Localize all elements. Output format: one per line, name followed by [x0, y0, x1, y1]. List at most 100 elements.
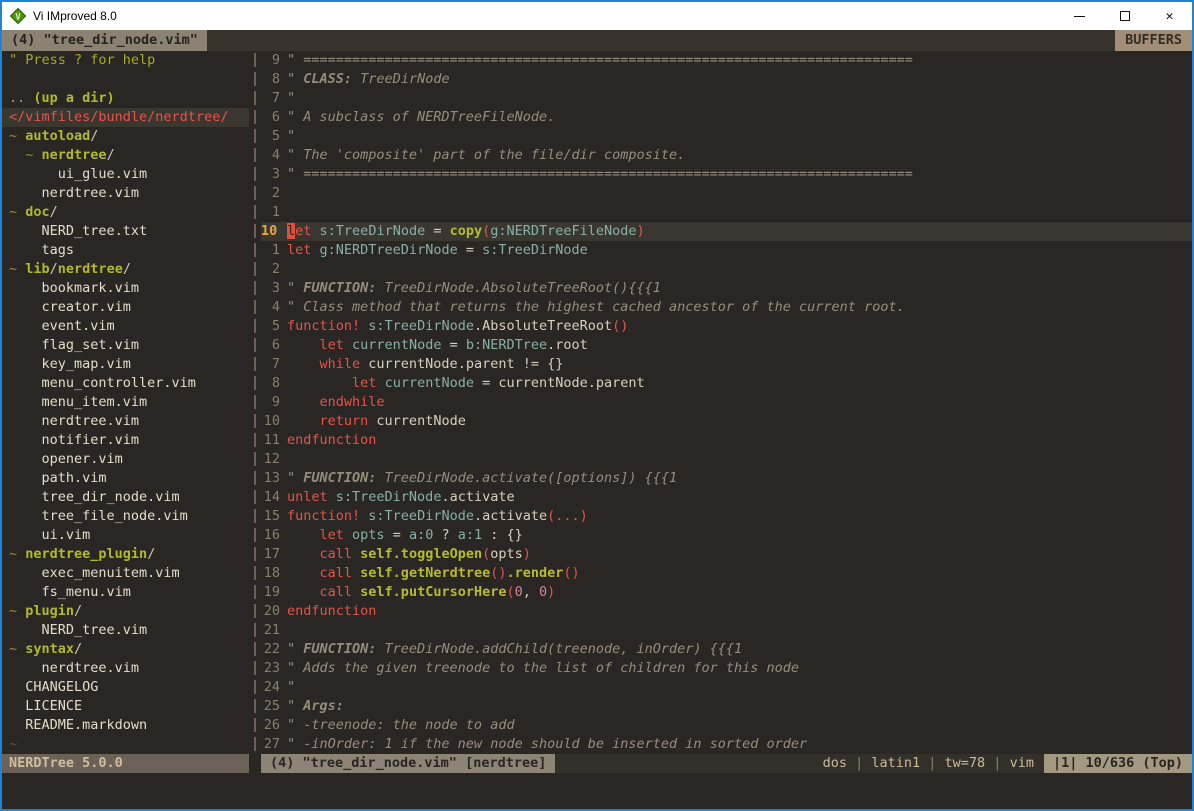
tree-item[interactable]: tags — [2, 241, 249, 260]
line-text: .. (up a dir) — [9, 90, 115, 106]
code-line[interactable]: 4" Class method that returns the highest… — [261, 298, 1192, 317]
code-line[interactable]: 15function! s:TreeDirNode.activate(...) — [261, 507, 1192, 526]
tree-item[interactable]: bookmark.vim — [2, 279, 249, 298]
tree-item[interactable]: ~ syntax/ — [2, 640, 249, 659]
line-text: " ======================================… — [287, 165, 913, 184]
statusline-gap — [249, 754, 261, 773]
tree-item[interactable]: exec_menuitem.vim — [2, 564, 249, 583]
tree-item[interactable]: ui.vim — [2, 526, 249, 545]
code-line[interactable]: 5" — [261, 127, 1192, 146]
tree-item[interactable]: ~ doc/ — [2, 203, 249, 222]
tree-item[interactable]: </vimfiles/bundle/nerdtree/ — [2, 108, 249, 127]
code-line[interactable]: 9" =====================================… — [261, 51, 1192, 70]
tree-item[interactable]: notifier.vim — [2, 431, 249, 450]
line-text: README.markdown — [9, 717, 147, 733]
code-line[interactable]: 22" FUNCTION: TreeDirNode.addChild(treen… — [261, 640, 1192, 659]
code-line[interactable]: 26" -treenode: the node to add — [261, 716, 1192, 735]
line-text: function! s:TreeDirNode.AbsoluteTreeRoot… — [287, 317, 628, 336]
code-line[interactable]: 20endfunction — [261, 602, 1192, 621]
tree-item[interactable]: CHANGELOG — [2, 678, 249, 697]
code-line[interactable]: 9 endwhile — [261, 393, 1192, 412]
tree-item[interactable] — [2, 70, 249, 89]
code-line[interactable]: 23" Adds the given treenode to the list … — [261, 659, 1192, 678]
code-line[interactable]: 27" -inOrder: 1 if the new node should b… — [261, 735, 1192, 754]
tree-item[interactable]: tree_file_node.vim — [2, 507, 249, 526]
tree-item[interactable]: README.markdown — [2, 716, 249, 735]
minimize-button[interactable] — [1057, 2, 1102, 30]
line-text: " — [287, 127, 295, 146]
close-button[interactable]: ✕ — [1147, 2, 1192, 30]
code-line[interactable]: 16 let opts = a:0 ? a:1 : {} — [261, 526, 1192, 545]
line-number: 1 — [261, 203, 287, 222]
command-line[interactable] — [2, 773, 1192, 809]
code-line[interactable]: 5function! s:TreeDirNode.AbsoluteTreeRoo… — [261, 317, 1192, 336]
code-line[interactable]: 3" =====================================… — [261, 165, 1192, 184]
code-line[interactable]: 6" A subclass of NERDTreeFileNode. — [261, 108, 1192, 127]
tree-item[interactable]: opener.vim — [2, 450, 249, 469]
line-number: 7 — [261, 355, 287, 374]
tree-item[interactable]: " Press ? for help — [2, 51, 249, 70]
line-text: nerdtree.vim — [9, 660, 139, 676]
code-line[interactable]: 7" — [261, 89, 1192, 108]
line-number: 5 — [261, 127, 287, 146]
tree-item[interactable]: nerdtree.vim — [2, 412, 249, 431]
code-line[interactable]: 17 call self.toggleOpen(opts) — [261, 545, 1192, 564]
tree-item[interactable]: creator.vim — [2, 298, 249, 317]
tree-item[interactable]: NERD_tree.vim — [2, 621, 249, 640]
code-line[interactable]: 8" CLASS: TreeDirNode — [261, 70, 1192, 89]
tree-item[interactable]: key_map.vim — [2, 355, 249, 374]
code-line[interactable]: 24" — [261, 678, 1192, 697]
tree-item[interactable]: event.vim — [2, 317, 249, 336]
tree-item[interactable]: ~ nerdtree_plugin/ — [2, 545, 249, 564]
tree-item[interactable]: menu_controller.vim — [2, 374, 249, 393]
tree-item[interactable]: ~ lib/nerdtree/ — [2, 260, 249, 279]
code-line[interactable]: 3" FUNCTION: TreeDirNode.AbsoluteTreeRoo… — [261, 279, 1192, 298]
tree-item[interactable]: nerdtree.vim — [2, 184, 249, 203]
tree-item[interactable]: menu_item.vim — [2, 393, 249, 412]
code-line[interactable]: 12 — [261, 450, 1192, 469]
tree-item[interactable]: path.vim — [2, 469, 249, 488]
code-line[interactable]: 2 — [261, 260, 1192, 279]
tree-item[interactable]: ~ — [2, 735, 249, 754]
line-text: while currentNode.parent != {} — [287, 355, 563, 374]
buffers-label[interactable]: BUFFERS — [1115, 30, 1192, 51]
code-line[interactable]: 10 return currentNode — [261, 412, 1192, 431]
maximize-button[interactable] — [1102, 2, 1147, 30]
tree-item[interactable]: NERD_tree.txt — [2, 222, 249, 241]
tree-item[interactable]: nerdtree.vim — [2, 659, 249, 678]
line-number: 9 — [261, 393, 287, 412]
line-number: 7 — [261, 89, 287, 108]
line-text: ~ autoload/ — [9, 128, 98, 144]
code-line[interactable]: 13" FUNCTION: TreeDirNode.activate([opti… — [261, 469, 1192, 488]
line-text: " FUNCTION: TreeDirNode.addChild(treenod… — [287, 640, 742, 659]
code-line[interactable]: 19 call self.putCursorHere(0, 0) — [261, 583, 1192, 602]
line-text: ~ plugin/ — [9, 603, 82, 619]
line-number: 4 — [261, 298, 287, 317]
tree-item[interactable]: ~ autoload/ — [2, 127, 249, 146]
tree-item[interactable]: ~ plugin/ — [2, 602, 249, 621]
tree-item[interactable]: flag_set.vim — [2, 336, 249, 355]
buffer-status: (4) "tree_dir_node.vim" [nerdtree] — [261, 754, 555, 773]
code-line[interactable]: 11endfunction — [261, 431, 1192, 450]
tree-item[interactable]: LICENCE — [2, 697, 249, 716]
tree-item[interactable]: fs_menu.vim — [2, 583, 249, 602]
line-text: nerdtree.vim — [9, 185, 139, 201]
code-line[interactable]: 14unlet s:TreeDirNode.activate — [261, 488, 1192, 507]
code-line[interactable]: 4" The 'composite' part of the file/dir … — [261, 146, 1192, 165]
code-line[interactable]: 1let g:NERDTreeDirNode = s:TreeDirNode — [261, 241, 1192, 260]
code-line[interactable]: 10let s:TreeDirNode = copy(g:NERDTreeFil… — [261, 222, 1192, 241]
tree-item[interactable]: .. (up a dir) — [2, 89, 249, 108]
code-line[interactable]: 1 — [261, 203, 1192, 222]
code-line[interactable]: 7 while currentNode.parent != {} — [261, 355, 1192, 374]
window-separator[interactable] — [249, 51, 261, 754]
tree-item[interactable]: tree_dir_node.vim — [2, 488, 249, 507]
code-line[interactable]: 8 let currentNode = currentNode.parent — [261, 374, 1192, 393]
tab-tree-dir-node[interactable]: (4) "tree_dir_node.vim" — [2, 30, 207, 51]
code-line[interactable]: 25" Args: — [261, 697, 1192, 716]
code-line[interactable]: 6 let currentNode = b:NERDTree.root — [261, 336, 1192, 355]
code-line[interactable]: 2 — [261, 184, 1192, 203]
tree-item[interactable]: ~ nerdtree/ — [2, 146, 249, 165]
code-line[interactable]: 21 — [261, 621, 1192, 640]
tree-item[interactable]: ui_glue.vim — [2, 165, 249, 184]
code-line[interactable]: 18 call self.getNerdtree().render() — [261, 564, 1192, 583]
